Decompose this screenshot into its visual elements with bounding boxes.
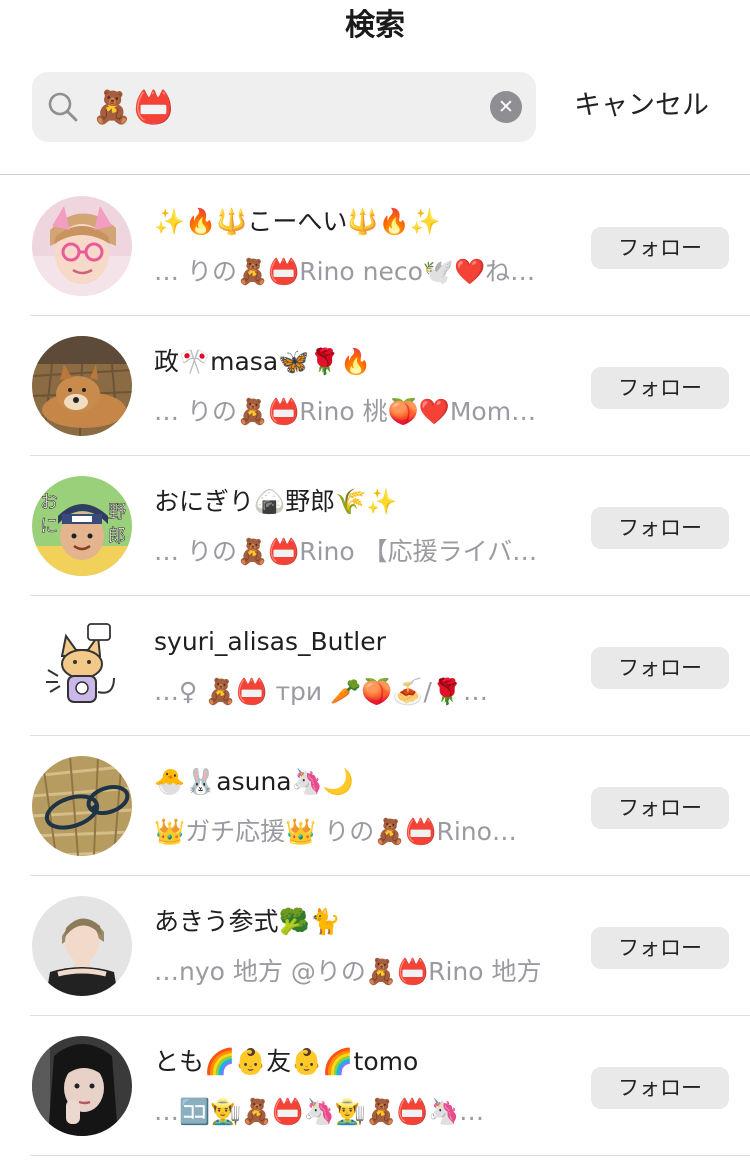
svg-text:野: 野 <box>108 502 126 523</box>
avatar[interactable] <box>32 756 132 856</box>
list-item[interactable]: ✨🔥🔱こーへい🔱🔥✨ … りの🧸📛Rino neco🕊️❤️ね… フォロー <box>0 176 750 316</box>
svg-text:に: に <box>40 516 58 537</box>
svg-text:郎: 郎 <box>108 526 126 547</box>
list-item[interactable]: とも🌈👶友👶🌈tomo …🈁👨‍🌾🧸📛🦄👨‍🌾🧸📛🦄… フォロー <box>0 1016 750 1156</box>
list-item[interactable]: 政🎌masa🦋🌹🔥 … りの🧸📛Rino 桃🍑❤️Mom… フォロー <box>0 316 750 456</box>
search-input[interactable]: 🧸📛 <box>92 86 176 128</box>
user-description: …nyo 地方 @りの🧸📛Rino 地方 <box>154 957 542 986</box>
follow-button[interactable]: フォロー <box>591 507 729 549</box>
search-bar[interactable]: 🧸📛 ✕ <box>32 72 536 142</box>
divider <box>0 174 750 175</box>
list-item[interactable]: 🐣🐰asuna🦄🌙 👑ガチ応援👑 りの🧸📛Rino… フォロー <box>0 736 750 876</box>
clear-search-icon[interactable]: ✕ <box>490 91 522 123</box>
follow-button[interactable]: フォロー <box>591 1067 729 1109</box>
user-description: …🈁👨‍🌾🧸📛🦄👨‍🌾🧸📛🦄… <box>154 1097 485 1126</box>
user-name: 政🎌masa🦋🌹🔥 <box>154 347 372 376</box>
follow-button[interactable]: フォロー <box>591 647 729 689</box>
user-name: おにぎり🍙野郎🌾✨ <box>154 487 398 516</box>
user-name: あきう参式🥦🐈 <box>154 907 341 936</box>
cancel-button[interactable]: キャンセル <box>574 88 709 124</box>
user-description: …♀ 🧸📛 три 🥕🍑🍝/🌹… <box>154 677 489 706</box>
follow-button[interactable]: フォロー <box>591 787 729 829</box>
search-results-list: ✨🔥🔱こーへい🔱🔥✨ … りの🧸📛Rino neco🕊️❤️ね… フォロー 政🎌… <box>0 176 750 1156</box>
user-description: … りの🧸📛Rino 桃🍑❤️Mom… <box>154 397 537 426</box>
follow-button[interactable]: フォロー <box>591 367 729 409</box>
avatar[interactable] <box>32 336 132 436</box>
user-name: 🐣🐰asuna🦄🌙 <box>154 767 354 796</box>
avatar[interactable] <box>32 196 132 296</box>
user-description: … りの🧸📛Rino neco🕊️❤️ね… <box>154 257 536 286</box>
avatar[interactable]: お に 野 郎 <box>32 476 132 576</box>
search-icon <box>46 90 80 124</box>
list-item[interactable]: お に 野 郎 おにぎり🍙野郎🌾✨ … りの🧸📛Rino 【応援ライバ… フォロ… <box>0 456 750 596</box>
list-item[interactable]: あきう参式🥦🐈 …nyo 地方 @りの🧸📛Rino 地方 フォロー <box>0 876 750 1016</box>
user-name: syuri_alisas_Butler <box>154 627 386 656</box>
list-item[interactable]: syuri_alisas_Butler …♀ 🧸📛 три 🥕🍑🍝/🌹… フォロ… <box>0 596 750 736</box>
page-title: 検索 <box>345 8 405 43</box>
user-description: 👑ガチ応援👑 りの🧸📛Rino… <box>154 817 517 846</box>
user-name: とも🌈👶友👶🌈tomo <box>154 1047 419 1076</box>
user-description: … りの🧸📛Rino 【応援ライバ… <box>154 537 538 566</box>
follow-button[interactable]: フォロー <box>591 227 729 269</box>
user-name: ✨🔥🔱こーへい🔱🔥✨ <box>154 207 441 236</box>
avatar[interactable] <box>32 616 132 716</box>
avatar[interactable] <box>32 1036 132 1136</box>
avatar[interactable] <box>32 896 132 996</box>
follow-button[interactable]: フォロー <box>591 927 729 969</box>
svg-text:お: お <box>40 492 58 513</box>
